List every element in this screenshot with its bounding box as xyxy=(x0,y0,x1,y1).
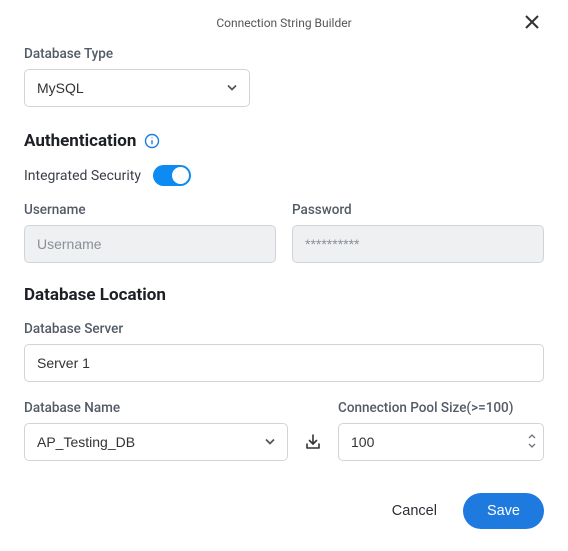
authentication-section: Authentication Integrated Security Usern… xyxy=(24,131,544,263)
dialog-header: Connection String Builder xyxy=(24,12,544,46)
database-location-title: Database Location xyxy=(24,285,544,305)
authentication-title: Authentication xyxy=(24,131,136,151)
save-button[interactable]: Save xyxy=(463,493,544,529)
username-label: Username xyxy=(24,202,276,218)
database-type-label: Database Type xyxy=(24,46,544,62)
import-icon xyxy=(304,433,322,451)
import-button[interactable] xyxy=(300,423,326,461)
close-button[interactable] xyxy=(520,10,544,34)
toggle-knob xyxy=(172,167,189,184)
integrated-security-label: Integrated Security xyxy=(24,168,141,184)
integrated-security-row: Integrated Security xyxy=(24,165,544,186)
dialog-footer: Cancel Save xyxy=(392,493,544,529)
stepper-down-icon[interactable] xyxy=(528,443,536,451)
database-type-select[interactable]: MySQL xyxy=(24,69,250,107)
password-group: Password xyxy=(292,202,544,263)
integrated-security-toggle[interactable] xyxy=(153,165,191,186)
dialog-title: Connection String Builder xyxy=(216,16,351,30)
credentials-row: Username Password xyxy=(24,202,544,263)
cancel-button[interactable]: Cancel xyxy=(392,503,437,519)
database-name-value: AP_Testing_DB xyxy=(37,434,135,450)
database-name-select[interactable]: AP_Testing_DB xyxy=(24,423,288,461)
pool-size-stepper[interactable] xyxy=(528,434,536,451)
username-input xyxy=(24,225,276,263)
database-name-label: Database Name xyxy=(24,400,288,416)
database-server-input[interactable] xyxy=(24,344,544,382)
pool-size-label: Connection Pool Size(>=100) xyxy=(338,400,544,416)
database-type-group: Database Type MySQL xyxy=(24,46,544,107)
password-input xyxy=(292,225,544,263)
database-name-group: Database Name AP_Testing_DB xyxy=(24,400,288,461)
pool-size-group: Connection Pool Size(>=100) xyxy=(338,400,544,461)
authentication-title-row: Authentication xyxy=(24,131,544,151)
database-type-value: MySQL xyxy=(37,80,84,96)
database-server-group: Database Server xyxy=(24,321,544,382)
username-group: Username xyxy=(24,202,276,263)
database-server-label: Database Server xyxy=(24,321,544,337)
password-label: Password xyxy=(292,202,544,218)
pool-size-input[interactable] xyxy=(338,423,544,461)
info-icon[interactable] xyxy=(144,133,160,149)
close-icon xyxy=(524,14,540,30)
stepper-up-icon[interactable] xyxy=(528,434,536,442)
connection-string-builder-dialog: Connection String Builder Database Type … xyxy=(0,0,568,551)
database-row: Database Name AP_Testing_DB xyxy=(24,400,544,461)
database-location-section: Database Location Database Server Databa… xyxy=(24,285,544,461)
